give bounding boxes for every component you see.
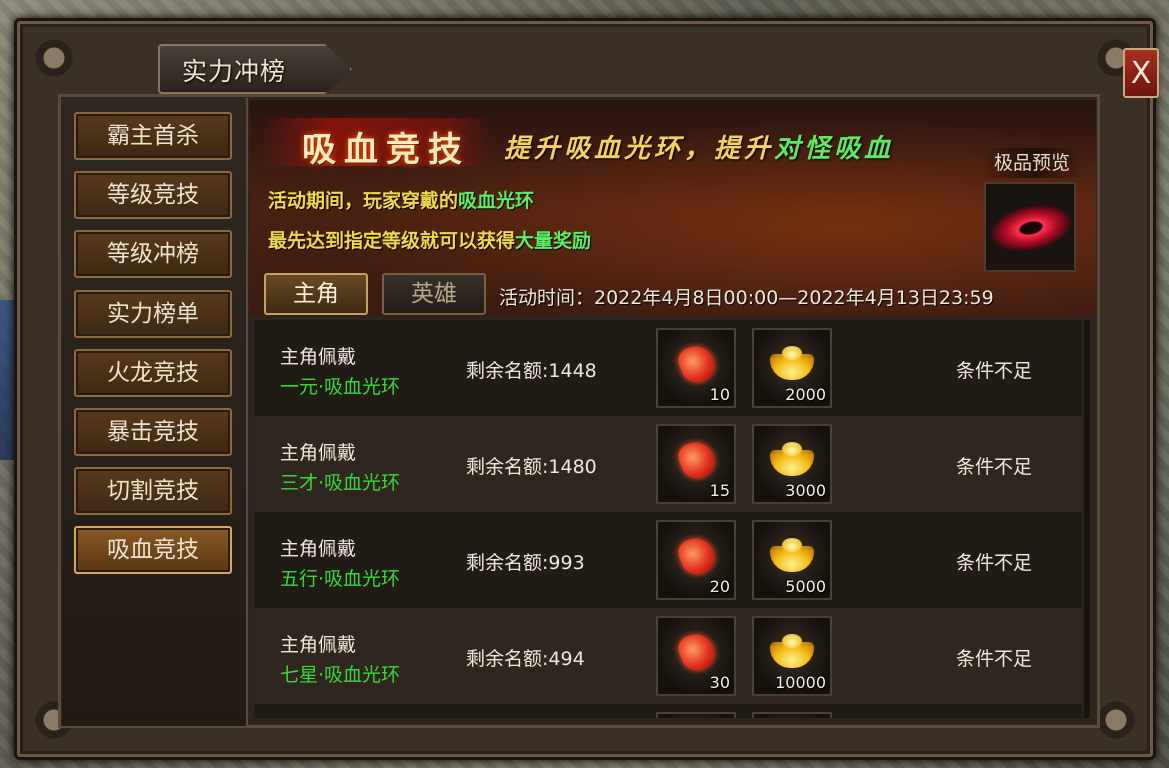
sidebar-item-0[interactable]: 霸主首杀 (74, 112, 232, 160)
reward-slot-gold[interactable]: 5000 (752, 520, 832, 600)
reward-count: 10000 (775, 673, 826, 692)
row-status[interactable]: 条件不足 (956, 548, 1032, 575)
banner-desc-line2: 最先达到指定等级就可以获得大量奖励 (268, 226, 591, 253)
reward-row-partial (254, 704, 1082, 718)
slogan-highlight: 对怪吸血 (774, 134, 895, 164)
gold-ingot-icon (770, 442, 814, 476)
row-item-name: 三才·吸血光环 (280, 472, 401, 494)
sidebar-item-7[interactable]: 吸血竞技 (74, 526, 232, 574)
row-condition-title: 主角佩戴 (280, 442, 357, 464)
list-scrollbar[interactable] (1084, 320, 1090, 718)
row-status[interactable]: 条件不足 (956, 452, 1032, 479)
reward-count: 10 (709, 385, 730, 404)
row-quota: 剩余名额:993 (466, 552, 585, 574)
row-status[interactable]: 条件不足 (956, 644, 1032, 671)
reward-row: 主角佩戴三才·吸血光环 剩余名额:1480 15 3000 条件不足 (254, 416, 1082, 512)
reward-slot-gem[interactable]: 15 (656, 424, 736, 504)
reward-row: 主角佩戴一元·吸血光环 剩余名额:1448 10 2000 条件不足 (254, 320, 1082, 416)
close-button[interactable]: X (1123, 48, 1159, 98)
reward-slot-gold[interactable] (752, 712, 832, 718)
reward-row: 主角佩戴七星·吸血光环 剩余名额:494 30 10000 条件不足 (254, 608, 1082, 704)
red-gem-icon (674, 629, 720, 675)
red-gem-icon (674, 341, 720, 387)
sidebar-item-5[interactable]: 暴击竞技 (74, 408, 232, 456)
gold-ingot-icon (770, 634, 814, 668)
sidebar-item-4[interactable]: 火龙竞技 (74, 349, 232, 397)
sidebar-item-2[interactable]: 等级冲榜 (74, 230, 232, 278)
row-item-name: 七星·吸血光环 (280, 664, 401, 686)
row-item-name: 五行·吸血光环 (280, 568, 401, 590)
reward-count: 3000 (785, 481, 826, 500)
desc1-text: 活动期间，玩家穿戴的 (268, 190, 459, 212)
desc1-highlight: 吸血光环 (458, 190, 535, 212)
reward-list: 主角佩戴 一元·吸血光环 剩余名额:1448 10 2000 条件不足 主角佩戴 三才·吸血光… (254, 320, 1082, 718)
banner-slogan: 提升吸血光环，提升对怪吸血 (504, 128, 894, 165)
sidebar-item-1[interactable]: 等级竞技 (74, 171, 232, 219)
reward-count: 30 (709, 673, 730, 692)
row-quota: 剩余名额:494 (466, 648, 585, 670)
tab-hero[interactable]: 英雄 (382, 273, 486, 315)
banner-title: 吸血竞技 (302, 130, 470, 170)
reward-slot-gold[interactable]: 2000 (752, 328, 832, 408)
gold-ingot-icon (770, 346, 814, 380)
row-condition-title: 主角佩戴 (280, 634, 357, 656)
preview-label: 极品预览 (980, 148, 1084, 178)
row-status[interactable]: 条件不足 (956, 356, 1032, 383)
reward-row: 主角佩戴五行·吸血光环 剩余名额:993 20 5000 条件不足 (254, 512, 1082, 608)
vortex-aura-icon (986, 197, 1074, 259)
banner-desc-line1: 活动期间，玩家穿戴的吸血光环 (268, 186, 534, 213)
red-gem-icon (674, 533, 720, 579)
row-condition-title: 主角佩戴 (280, 538, 357, 560)
tab-main-character[interactable]: 主角 (264, 273, 368, 315)
reward-count: 2000 (785, 385, 826, 404)
window-title: 实力冲榜 (182, 57, 287, 86)
activity-time: 活动时间：2022年4月8日00:00—2022年4月13日23:59 (499, 287, 994, 309)
slogan-part1: 提升吸血光环，提升 (504, 134, 775, 164)
row-condition-title: 主角佩戴 (280, 346, 357, 368)
dragon-ornament-top-left (14, 18, 94, 98)
reward-slot-gem[interactable]: 20 (656, 520, 736, 600)
red-gem-icon (674, 437, 720, 483)
reward-slot-gold[interactable]: 10000 (752, 616, 832, 696)
row-quota: 剩余名额:1480 (466, 456, 597, 478)
desc2-text: 最先达到指定等级就可以获得 (268, 230, 516, 252)
reward-slot-gem[interactable] (656, 712, 736, 718)
reward-slot-gold[interactable]: 3000 (752, 424, 832, 504)
reward-slot-gem[interactable]: 10 (656, 328, 736, 408)
row-item-name: 一元·吸血光环 (280, 376, 401, 398)
gold-ingot-icon (770, 538, 814, 572)
reward-count: 20 (709, 577, 730, 596)
reward-count: 15 (709, 481, 730, 500)
row-quota: 剩余名额:1448 (466, 360, 597, 382)
preview-slot[interactable] (984, 182, 1076, 272)
desc2-highlight: 大量奖励 (515, 230, 592, 252)
sidebar-item-6[interactable]: 切割竞技 (74, 467, 232, 515)
reward-slot-gem[interactable]: 30 (656, 616, 736, 696)
reward-count: 5000 (785, 577, 826, 596)
sidebar-item-3[interactable]: 实力榜单 (74, 290, 232, 338)
